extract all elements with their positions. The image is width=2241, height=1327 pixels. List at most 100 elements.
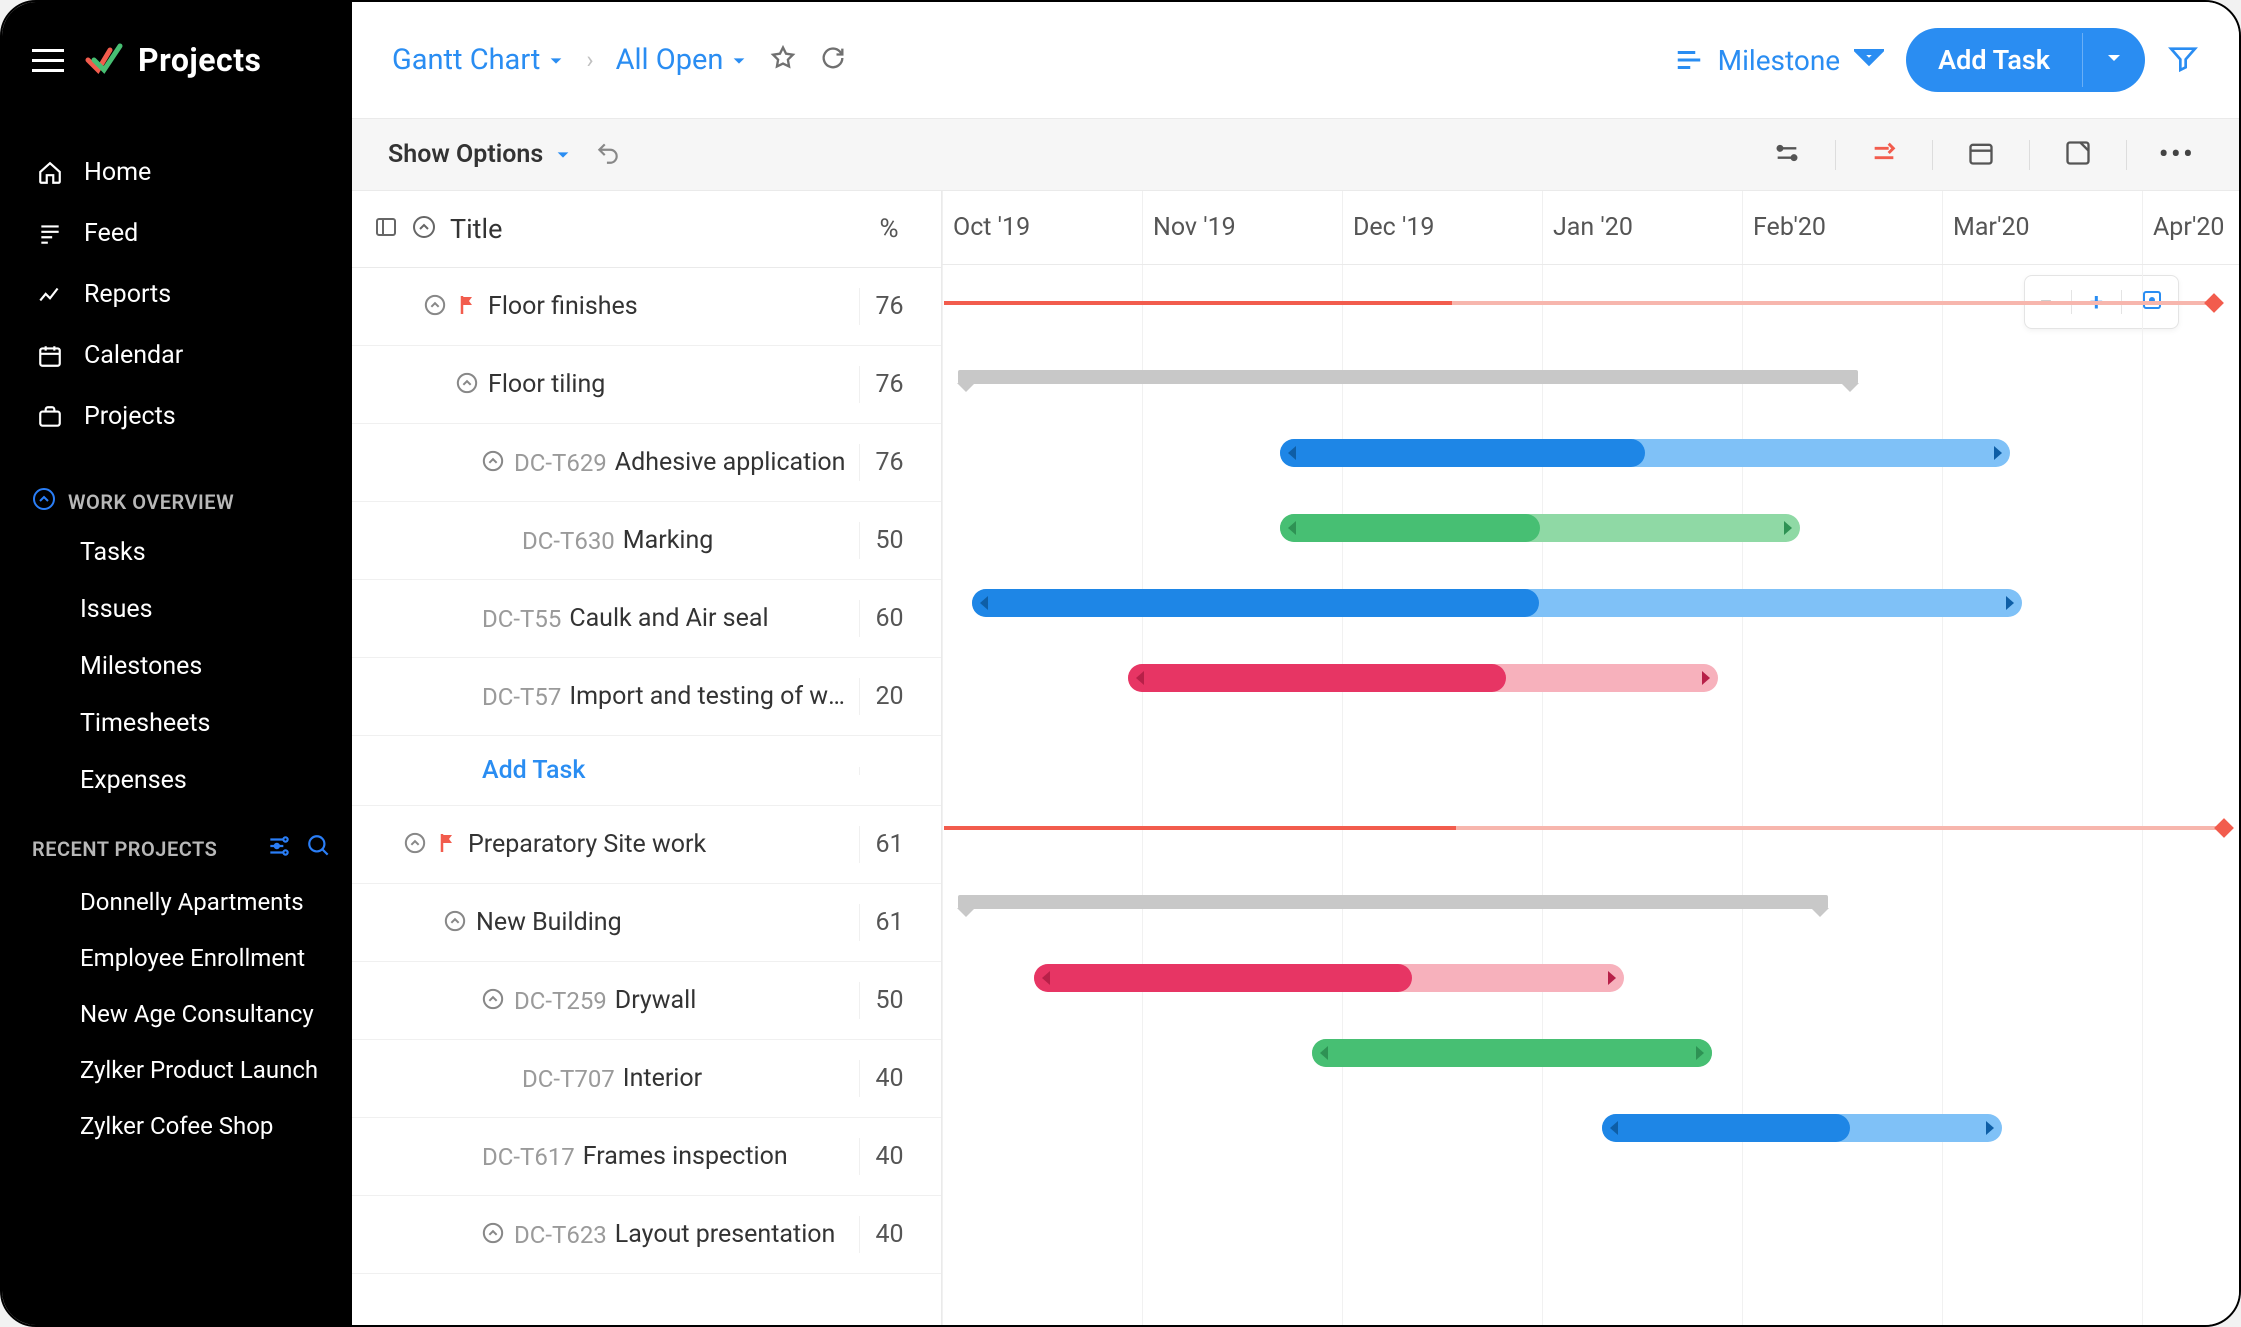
logo-icon bbox=[82, 36, 126, 84]
nav-label: Home bbox=[84, 158, 151, 187]
task-bar[interactable] bbox=[1312, 1039, 1712, 1067]
task-row[interactable]: New Building61 bbox=[352, 884, 941, 962]
recent-item[interactable]: Employee Enrollment bbox=[2, 930, 352, 986]
milestone-bar[interactable] bbox=[944, 301, 2214, 305]
task-row[interactable]: DC-T707Interior40 bbox=[352, 1040, 941, 1118]
nav-label: Feed bbox=[84, 219, 138, 248]
chevron-up-icon bbox=[32, 487, 56, 516]
gantt-timeline: Oct '19Nov '19Dec '19Jan '20Feb'20Mar'20… bbox=[942, 191, 2239, 1325]
filter-icon[interactable] bbox=[2167, 42, 2199, 78]
timeline-header: Oct '19Nov '19Dec '19Jan '20Feb'20Mar'20… bbox=[942, 191, 2239, 265]
projects-icon bbox=[36, 403, 64, 431]
timeline-row bbox=[942, 1015, 2239, 1090]
separator bbox=[1835, 140, 1836, 170]
breadcrumb-filter[interactable]: All Open bbox=[616, 43, 748, 77]
timeline-row bbox=[942, 565, 2239, 640]
nav-feed[interactable]: Feed bbox=[2, 203, 352, 264]
view-icon-1[interactable] bbox=[1763, 139, 1811, 171]
collapse-icon[interactable] bbox=[444, 910, 466, 936]
collapse-icon[interactable] bbox=[482, 450, 504, 476]
collapse-icon[interactable] bbox=[424, 294, 446, 320]
collapse-all-icon[interactable] bbox=[412, 215, 436, 243]
gantt-list-header: Title % bbox=[352, 191, 941, 268]
nav-projects[interactable]: Projects bbox=[2, 386, 352, 447]
home-icon bbox=[36, 159, 64, 187]
fullscreen-icon[interactable] bbox=[2054, 139, 2102, 171]
work-overview-header[interactable]: WORK OVERVIEW bbox=[2, 467, 352, 524]
collapse-icon[interactable] bbox=[456, 372, 478, 398]
show-options[interactable]: Show Options bbox=[388, 140, 571, 169]
task-id: DC-T617 bbox=[482, 1143, 575, 1171]
task-row[interactable]: Add Task bbox=[352, 736, 941, 806]
recent-item[interactable]: New Age Consultancy bbox=[2, 986, 352, 1042]
task-row[interactable]: DC-T629Adhesive application76 bbox=[352, 424, 941, 502]
timeline-body[interactable]: − + bbox=[942, 265, 2239, 1325]
nav-reports[interactable]: Reports bbox=[2, 264, 352, 325]
task-pct: 61 bbox=[859, 826, 919, 863]
task-pct: 40 bbox=[859, 1138, 919, 1175]
view-icon-2[interactable] bbox=[1860, 139, 1908, 171]
add-task-link[interactable]: Add Task bbox=[482, 756, 859, 785]
task-bar[interactable] bbox=[1280, 439, 2010, 467]
task-name: Preparatory Site work bbox=[468, 830, 859, 859]
task-row[interactable]: DC-T55Caulk and Air seal60 bbox=[352, 580, 941, 658]
tasklist-bar[interactable] bbox=[958, 895, 1828, 909]
task-row[interactable]: Floor tiling76 bbox=[352, 346, 941, 424]
sub-nav-timesheets[interactable]: Timesheets bbox=[2, 695, 352, 752]
task-name: Layout presentation bbox=[615, 1220, 859, 1249]
settings-icon[interactable] bbox=[266, 833, 292, 864]
sub-nav-issues[interactable]: Issues bbox=[2, 581, 352, 638]
columns-icon[interactable] bbox=[374, 215, 398, 243]
task-name: Adhesive application bbox=[615, 448, 859, 477]
work-overview-label: WORK OVERVIEW bbox=[68, 490, 234, 514]
recent-item[interactable]: Zylker Product Launch bbox=[2, 1042, 352, 1098]
caret-down-icon bbox=[1854, 42, 1884, 79]
recent-item[interactable]: Zylker Cofee Shop bbox=[2, 1098, 352, 1154]
task-row[interactable]: DC-T57Import and testing of woo..20 bbox=[352, 658, 941, 736]
nav-home[interactable]: Home bbox=[2, 142, 352, 203]
add-task-button[interactable]: Add Task bbox=[1906, 28, 2145, 92]
star-icon[interactable] bbox=[769, 44, 797, 76]
milestone-label: Milestone bbox=[1718, 44, 1841, 77]
more-icon[interactable]: ••• bbox=[2151, 137, 2203, 172]
sub-nav-expenses[interactable]: Expenses bbox=[2, 752, 352, 809]
nav-calendar[interactable]: Calendar bbox=[2, 325, 352, 386]
task-bar[interactable] bbox=[1602, 1114, 2002, 1142]
add-task-dropdown[interactable] bbox=[2082, 33, 2145, 87]
tasklist-bar[interactable] bbox=[958, 370, 1858, 384]
collapse-icon[interactable] bbox=[404, 832, 426, 858]
task-bar[interactable] bbox=[972, 589, 2022, 617]
milestone-bar[interactable] bbox=[944, 826, 2224, 830]
sub-nav-milestones[interactable]: Milestones bbox=[2, 638, 352, 695]
refresh-icon[interactable] bbox=[819, 44, 847, 76]
month-header: Apr'20 bbox=[2142, 191, 2239, 264]
show-options-label: Show Options bbox=[388, 140, 543, 169]
task-row[interactable]: DC-T630Marking50 bbox=[352, 502, 941, 580]
search-icon[interactable] bbox=[306, 833, 332, 864]
task-row[interactable]: Preparatory Site work61 bbox=[352, 806, 941, 884]
undo-icon[interactable] bbox=[595, 140, 621, 170]
task-bar[interactable] bbox=[1280, 514, 1800, 542]
hamburger-icon[interactable] bbox=[32, 49, 64, 72]
task-row[interactable]: DC-T617Frames inspection40 bbox=[352, 1118, 941, 1196]
breadcrumb-gantt[interactable]: Gantt Chart bbox=[392, 43, 564, 77]
milestone-dropdown[interactable]: Milestone bbox=[1674, 42, 1885, 79]
collapse-icon[interactable] bbox=[482, 1222, 504, 1248]
task-row[interactable]: DC-T623Layout presentation40 bbox=[352, 1196, 941, 1274]
task-bar[interactable] bbox=[1034, 964, 1624, 992]
task-pct: 76 bbox=[859, 366, 919, 403]
task-bar[interactable] bbox=[1128, 664, 1718, 692]
breadcrumb-label: All Open bbox=[616, 43, 724, 77]
collapse-icon[interactable] bbox=[482, 988, 504, 1014]
task-name: Marking bbox=[623, 526, 859, 555]
calendar-view-icon[interactable] bbox=[1957, 139, 2005, 171]
task-row[interactable]: Floor finishes76 bbox=[352, 268, 941, 346]
sub-nav-tasks[interactable]: Tasks bbox=[2, 524, 352, 581]
task-id: DC-T57 bbox=[482, 683, 561, 711]
recent-item[interactable]: Donnelly Apartments bbox=[2, 874, 352, 930]
task-pct: 40 bbox=[859, 1216, 919, 1253]
task-name: Import and testing of woo.. bbox=[569, 682, 859, 711]
task-row[interactable]: DC-T259Drywall50 bbox=[352, 962, 941, 1040]
milestone-flag-icon bbox=[456, 293, 480, 321]
brand[interactable]: Projects bbox=[82, 36, 261, 84]
